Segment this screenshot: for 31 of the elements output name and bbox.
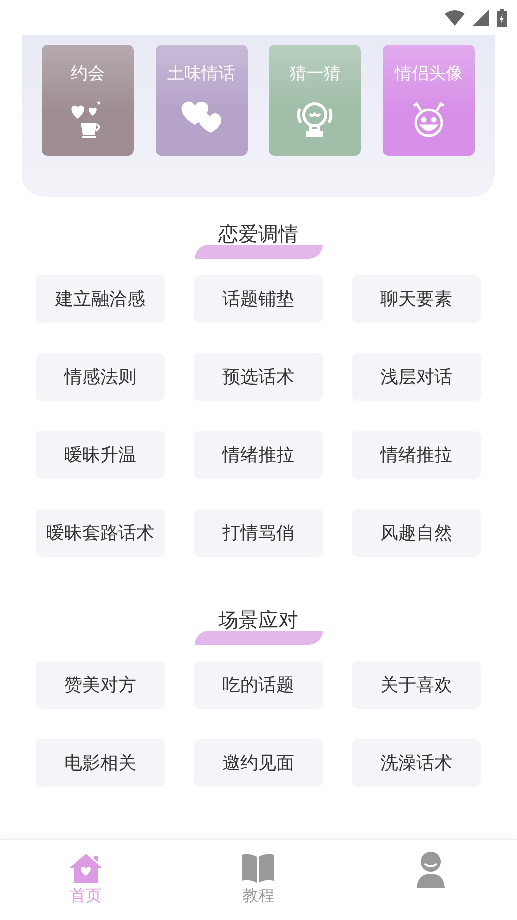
- topic-button[interactable]: 暧昧套路话术: [36, 509, 165, 557]
- topic-button[interactable]: 情绪推拉: [352, 431, 481, 479]
- topic-button[interactable]: 赞美对方: [36, 661, 165, 709]
- home-icon: [69, 852, 104, 884]
- topic-button[interactable]: 邀约见面: [194, 739, 323, 787]
- tile-label: 约会: [71, 63, 105, 85]
- tile-label: 猜一猜: [290, 63, 341, 85]
- topic-button[interactable]: 聊天要素: [352, 275, 481, 323]
- topic-button[interactable]: 风趣自然: [352, 509, 481, 557]
- topic-button[interactable]: 关于喜欢: [352, 661, 481, 709]
- topic-button[interactable]: 电影相关: [36, 739, 165, 787]
- tile-label: 土味情话: [168, 63, 236, 85]
- topic-button[interactable]: 话题铺垫: [194, 275, 323, 323]
- topic-button[interactable]: 洗澡话术: [352, 739, 481, 787]
- topic-button[interactable]: 建立融洽感: [36, 275, 165, 323]
- section-title: 场景应对: [218, 609, 298, 631]
- battery-icon: [497, 8, 507, 26]
- nav-label: 首页: [70, 886, 102, 907]
- book-icon: [240, 852, 276, 884]
- tile-label: 情侣头像: [394, 63, 463, 85]
- topic-button[interactable]: 暧昧升温: [36, 431, 165, 479]
- nav-label: 教程: [242, 886, 274, 907]
- topic-button[interactable]: 预选话术: [194, 353, 323, 401]
- wifi-icon: [445, 10, 465, 26]
- signal-icon: [473, 10, 489, 26]
- topic-button[interactable]: 吃的话题: [194, 661, 323, 709]
- topic-button[interactable]: 浅层对话: [352, 353, 481, 401]
- section-title: 恋爱调情: [218, 223, 298, 245]
- topic-button[interactable]: 打情骂俏: [194, 509, 323, 557]
- topic-button[interactable]: 情感法则: [36, 353, 165, 401]
- topic-button[interactable]: 情绪推拉: [194, 431, 323, 479]
